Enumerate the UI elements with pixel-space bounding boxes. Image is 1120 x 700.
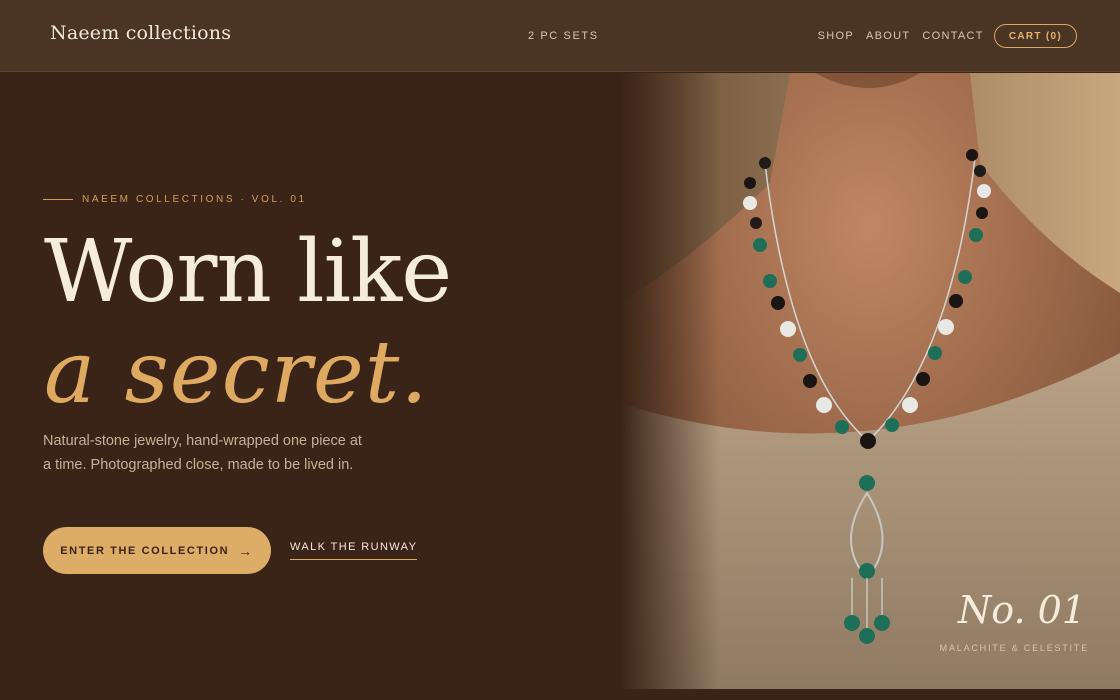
- feature-caption: MALACHITE & CELESTITE: [939, 643, 1089, 653]
- brand-logo[interactable]: Naeem collections: [50, 22, 231, 44]
- eyebrow-text: NAEEM COLLECTIONS · VOL. 01: [82, 194, 307, 205]
- cart-button[interactable]: CART (0): [993, 24, 1077, 48]
- nav-link-shop[interactable]: SHOP: [818, 30, 854, 42]
- nav-link-about[interactable]: ABOUT: [866, 30, 910, 42]
- eyebrow-rule: [43, 199, 73, 200]
- hero-eyebrow: NAEEM COLLECTIONS · VOL. 01: [43, 194, 307, 205]
- walk-runway-link[interactable]: WALK THE RUNWAY: [290, 541, 418, 560]
- nav-link-contact[interactable]: CONTACT: [922, 30, 983, 42]
- feature-number: No. 01: [958, 588, 1086, 632]
- hero-headline-line2: a secret.: [44, 323, 429, 423]
- hero-headline-line1: Worn like: [44, 222, 452, 322]
- cta-label: ENTER THE COLLECTION: [60, 544, 230, 557]
- arrow-right-icon: →: [238, 542, 254, 559]
- site-header: Naeem collections 2 PC SETS SHOP ABOUT C…: [0, 0, 1120, 72]
- hero-description: Natural-stone jewelry, hand-wrapped one …: [43, 433, 362, 473]
- enter-collection-button[interactable]: ENTER THE COLLECTION →: [43, 527, 271, 574]
- main-nav: SHOP ABOUT CONTACT CART (0): [818, 24, 1077, 48]
- nav-link-2pc-sets[interactable]: 2 PC SETS: [528, 30, 599, 42]
